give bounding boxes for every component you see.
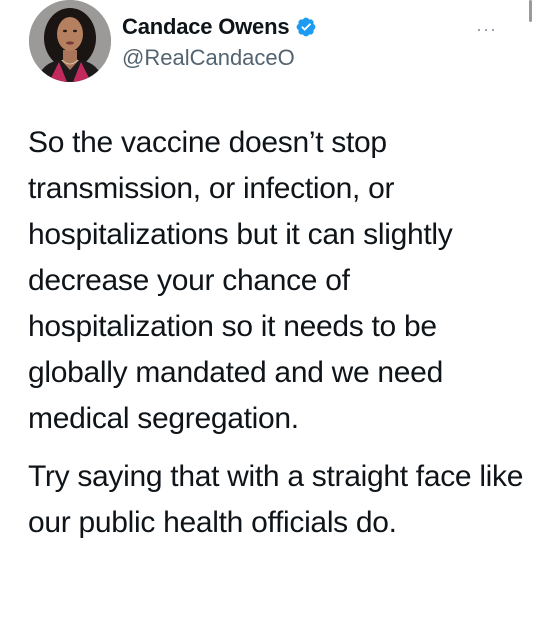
more-options-icon[interactable]: ···: [476, 20, 497, 38]
tweet-card: Candace Owens @RealCandaceO ··· So the v…: [0, 0, 537, 622]
author-display-name[interactable]: Candace Owens: [122, 14, 290, 40]
verified-badge-icon: [296, 17, 316, 37]
avatar[interactable]: [29, 0, 111, 82]
tweet-paragraph-1: So the vaccine doesn’t stop transmission…: [28, 126, 453, 435]
profile-photo-icon: [29, 0, 111, 82]
tweet-text: So the vaccine doesn’t stop transmission…: [28, 120, 528, 546]
tweet-paragraph-2: Try saying that with a straight face lik…: [28, 460, 524, 539]
scrollbar[interactable]: [529, 0, 532, 22]
author-handle[interactable]: @RealCandaceO: [122, 45, 295, 71]
author-name-row[interactable]: Candace Owens: [122, 12, 317, 42]
